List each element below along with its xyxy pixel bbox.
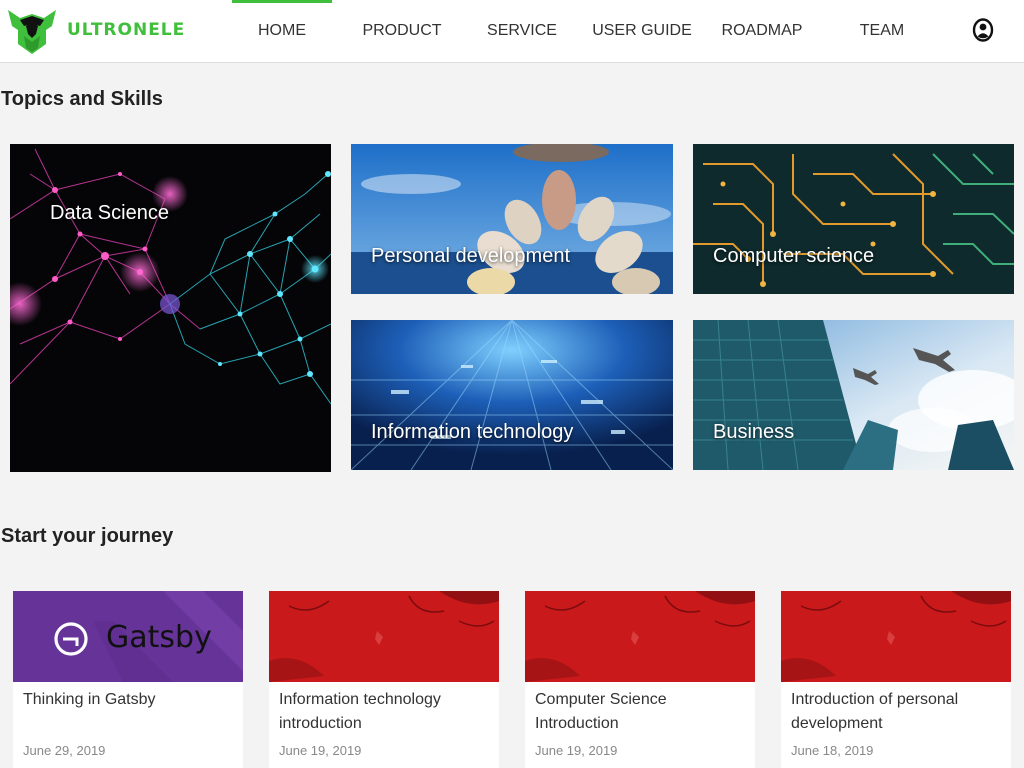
- red-texture-thumbnail: [269, 591, 499, 682]
- nav-product[interactable]: PRODUCT: [352, 0, 452, 62]
- nav-roadmap[interactable]: ROADMAP: [712, 0, 812, 62]
- stones-image: [351, 144, 673, 294]
- card-date: June 18, 2019: [791, 743, 874, 758]
- topic-tile-label: Business: [713, 421, 795, 443]
- card-title: Computer Science Introduction: [535, 691, 667, 732]
- user-circle-icon[interactable]: [972, 18, 994, 42]
- topic-tile-computer-science[interactable]: Computer science: [693, 144, 1014, 294]
- card-date: June 19, 2019: [279, 743, 362, 758]
- digital-lights-image: [351, 320, 673, 470]
- nav-home-label: HOME: [258, 22, 306, 39]
- journey-section-title: Start your journey: [1, 525, 174, 547]
- journey-card[interactable]: Gatsby Thinking in Gatsby June 29, 2019: [13, 591, 243, 768]
- nav-product-label: PRODUCT: [362, 22, 442, 39]
- topic-tile-label: Computer science: [713, 245, 875, 267]
- topics-section-title: Topics and Skills: [1, 88, 163, 110]
- card-title: Information technology introduction: [279, 691, 441, 732]
- nav-service[interactable]: SERVICE: [472, 0, 572, 62]
- topic-tile-personal-development[interactable]: Personal development: [351, 144, 673, 294]
- nav-roadmap-label: ROADMAP: [721, 22, 803, 39]
- nav-service-label: SERVICE: [487, 22, 557, 39]
- eagle-logo-icon[interactable]: [6, 8, 58, 54]
- journey-card[interactable]: Information technology introduction June…: [269, 591, 499, 768]
- nav-user-guide[interactable]: USER GUIDE: [592, 0, 692, 62]
- topic-tile-label: Data Science: [50, 202, 169, 224]
- journey-card[interactable]: Computer Science Introduction June 19, 2…: [525, 591, 755, 768]
- card-date: June 29, 2019: [23, 743, 106, 758]
- topic-tile-business[interactable]: Business: [693, 320, 1014, 470]
- circuit-board-image: [693, 144, 1014, 294]
- nav-user-guide-label: USER GUIDE: [592, 22, 692, 39]
- nav-home[interactable]: HOME: [232, 0, 332, 62]
- top-navbar: ULTRONELE HOME PRODUCT SERVICE USER GUID…: [0, 0, 1024, 63]
- journey-card[interactable]: Introduction of personal development Jun…: [781, 591, 1011, 768]
- card-date: June 19, 2019: [535, 743, 618, 758]
- skyscrapers-image: [693, 320, 1014, 470]
- card-title: Thinking in Gatsby: [23, 691, 156, 708]
- nav-team-label: TEAM: [859, 22, 905, 39]
- brand-name[interactable]: ULTRONELE: [67, 20, 185, 40]
- card-title: Introduction of personal development: [791, 691, 959, 732]
- red-texture-thumbnail: [781, 591, 1011, 682]
- network-image: [10, 144, 331, 472]
- topic-tile-information-technology[interactable]: Information technology: [351, 320, 673, 470]
- gatsby-logo-text: Gatsby: [106, 620, 212, 655]
- red-texture-thumbnail: [525, 591, 755, 682]
- topic-tile-data-science[interactable]: Data Science: [10, 144, 331, 472]
- topic-tile-label: Information technology: [371, 421, 574, 443]
- nav-team[interactable]: TEAM: [832, 0, 932, 62]
- topic-tile-label: Personal development: [371, 245, 571, 267]
